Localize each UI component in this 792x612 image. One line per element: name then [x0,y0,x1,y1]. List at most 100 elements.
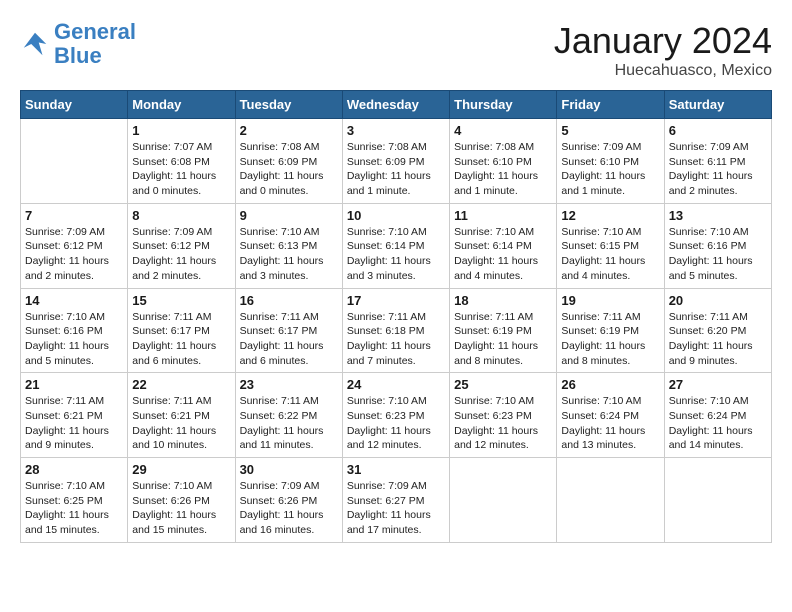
calendar-cell [664,458,771,543]
calendar-cell: 5 Sunrise: 7:09 AM Sunset: 6:10 PM Daylig… [557,119,664,204]
weekday-header-cell: Wednesday [342,91,449,119]
day-info: Sunrise: 7:10 AM Sunset: 6:26 PM Dayligh… [132,479,230,538]
day-info: Sunrise: 7:10 AM Sunset: 6:15 PM Dayligh… [561,225,659,284]
logo-text: General Blue [54,20,136,68]
day-number: 4 [454,123,552,138]
day-info: Sunrise: 7:10 AM Sunset: 6:25 PM Dayligh… [25,479,123,538]
day-number: 2 [240,123,338,138]
day-info: Sunrise: 7:10 AM Sunset: 6:24 PM Dayligh… [669,394,767,453]
day-info: Sunrise: 7:10 AM Sunset: 6:14 PM Dayligh… [347,225,445,284]
day-info: Sunrise: 7:09 AM Sunset: 6:12 PM Dayligh… [132,225,230,284]
day-info: Sunrise: 7:11 AM Sunset: 6:19 PM Dayligh… [454,310,552,369]
calendar-cell: 1Sunrise: 7:07 AM Sunset: 6:08 PM Daylig… [128,119,235,204]
day-info: Sunrise: 7:10 AM Sunset: 6:14 PM Dayligh… [454,225,552,284]
day-number: 16 [240,293,338,308]
calendar-table: SundayMondayTuesdayWednesdayThursdayFrid… [20,90,772,543]
day-number: 22 [132,377,230,392]
calendar-cell [557,458,664,543]
logo-icon [20,29,50,59]
day-number: 8 [132,208,230,223]
location: Huecahuasco, Mexico [554,62,772,80]
weekday-header-cell: Friday [557,91,664,119]
day-info: Sunrise: 7:11 AM Sunset: 6:17 PM Dayligh… [240,310,338,369]
calendar-cell: 20 Sunrise: 7:11 AM Sunset: 6:20 PM Dayli… [664,288,771,373]
day-number: 7 [25,208,123,223]
day-number: 21 [25,377,123,392]
calendar-week-row: 21 Sunrise: 7:11 AM Sunset: 6:21 PM Dayli… [21,373,772,458]
day-number: 30 [240,462,338,477]
calendar-cell [21,119,128,204]
calendar-week-row: 1Sunrise: 7:07 AM Sunset: 6:08 PM Daylig… [21,119,772,204]
day-info: Sunrise: 7:09 AM Sunset: 6:12 PM Dayligh… [25,225,123,284]
calendar-cell [450,458,557,543]
weekday-header-cell: Tuesday [235,91,342,119]
calendar-cell: 15 Sunrise: 7:11 AM Sunset: 6:17 PM Dayli… [128,288,235,373]
calendar-cell: 10 Sunrise: 7:10 AM Sunset: 6:14 PM Dayli… [342,203,449,288]
calendar-cell: 23Sunrise: 7:11 AM Sunset: 6:22 PM Dayli… [235,373,342,458]
day-info: Sunrise: 7:11 AM Sunset: 6:21 PM Dayligh… [25,394,123,453]
calendar-cell: 31 Sunrise: 7:09 AM Sunset: 6:27 PM Dayli… [342,458,449,543]
day-info: Sunrise: 7:09 AM Sunset: 6:26 PM Dayligh… [240,479,338,538]
calendar-cell: 2 Sunrise: 7:08 AM Sunset: 6:09 PM Daylig… [235,119,342,204]
day-info: Sunrise: 7:10 AM Sunset: 6:13 PM Dayligh… [240,225,338,284]
day-info: Sunrise: 7:09 AM Sunset: 6:27 PM Dayligh… [347,479,445,538]
day-info: Sunrise: 7:10 AM Sunset: 6:23 PM Dayligh… [347,394,445,453]
day-info: Sunrise: 7:08 AM Sunset: 6:09 PM Dayligh… [347,140,445,199]
day-info: Sunrise: 7:11 AM Sunset: 6:22 PM Dayligh… [240,394,338,453]
day-info: Sunrise: 7:10 AM Sunset: 6:16 PM Dayligh… [25,310,123,369]
calendar-cell: 28 Sunrise: 7:10 AM Sunset: 6:25 PM Dayli… [21,458,128,543]
day-number: 20 [669,293,767,308]
day-number: 17 [347,293,445,308]
day-number: 31 [347,462,445,477]
day-number: 3 [347,123,445,138]
calendar-cell: 14 Sunrise: 7:10 AM Sunset: 6:16 PM Dayli… [21,288,128,373]
day-number: 14 [25,293,123,308]
calendar-cell: 18Sunrise: 7:11 AM Sunset: 6:19 PM Dayli… [450,288,557,373]
calendar-week-row: 28 Sunrise: 7:10 AM Sunset: 6:25 PM Dayli… [21,458,772,543]
weekday-header-cell: Thursday [450,91,557,119]
calendar-cell: 7 Sunrise: 7:09 AM Sunset: 6:12 PM Daylig… [21,203,128,288]
calendar-cell: 16 Sunrise: 7:11 AM Sunset: 6:17 PM Dayli… [235,288,342,373]
day-number: 9 [240,208,338,223]
calendar-body: 1Sunrise: 7:07 AM Sunset: 6:08 PM Daylig… [21,119,772,543]
day-info: Sunrise: 7:11 AM Sunset: 6:17 PM Dayligh… [132,310,230,369]
day-number: 25 [454,377,552,392]
day-number: 28 [25,462,123,477]
month-title: January 2024 [554,20,772,62]
calendar-cell: 3 Sunrise: 7:08 AM Sunset: 6:09 PM Daylig… [342,119,449,204]
day-number: 10 [347,208,445,223]
day-info: Sunrise: 7:11 AM Sunset: 6:20 PM Dayligh… [669,310,767,369]
day-info: Sunrise: 7:09 AM Sunset: 6:11 PM Dayligh… [669,140,767,199]
logo: General Blue [20,20,136,68]
day-info: Sunrise: 7:11 AM Sunset: 6:19 PM Dayligh… [561,310,659,369]
day-number: 29 [132,462,230,477]
calendar-cell: 17Sunrise: 7:11 AM Sunset: 6:18 PM Dayli… [342,288,449,373]
day-number: 12 [561,208,659,223]
day-info: Sunrise: 7:10 AM Sunset: 6:16 PM Dayligh… [669,225,767,284]
calendar-cell: 4 Sunrise: 7:08 AM Sunset: 6:10 PM Daylig… [450,119,557,204]
day-number: 11 [454,208,552,223]
weekday-header-cell: Saturday [664,91,771,119]
day-info: Sunrise: 7:10 AM Sunset: 6:23 PM Dayligh… [454,394,552,453]
day-number: 15 [132,293,230,308]
day-info: Sunrise: 7:08 AM Sunset: 6:09 PM Dayligh… [240,140,338,199]
day-number: 13 [669,208,767,223]
day-number: 6 [669,123,767,138]
title-block: January 2024 Huecahuasco, Mexico [554,20,772,80]
calendar-cell: 19Sunrise: 7:11 AM Sunset: 6:19 PM Dayli… [557,288,664,373]
calendar-cell: 26 Sunrise: 7:10 AM Sunset: 6:24 PM Dayli… [557,373,664,458]
calendar-cell: 24Sunrise: 7:10 AM Sunset: 6:23 PM Dayli… [342,373,449,458]
day-number: 27 [669,377,767,392]
calendar-cell: 22Sunrise: 7:11 AM Sunset: 6:21 PM Dayli… [128,373,235,458]
day-number: 5 [561,123,659,138]
calendar-cell: 27 Sunrise: 7:10 AM Sunset: 6:24 PM Dayli… [664,373,771,458]
day-info: Sunrise: 7:10 AM Sunset: 6:24 PM Dayligh… [561,394,659,453]
calendar-cell: 12 Sunrise: 7:10 AM Sunset: 6:15 PM Dayli… [557,203,664,288]
calendar-cell: 30 Sunrise: 7:09 AM Sunset: 6:26 PM Dayli… [235,458,342,543]
day-number: 26 [561,377,659,392]
calendar-cell: 25 Sunrise: 7:10 AM Sunset: 6:23 PM Dayli… [450,373,557,458]
day-info: Sunrise: 7:09 AM Sunset: 6:10 PM Dayligh… [561,140,659,199]
day-info: Sunrise: 7:08 AM Sunset: 6:10 PM Dayligh… [454,140,552,199]
day-info: Sunrise: 7:07 AM Sunset: 6:08 PM Dayligh… [132,140,230,199]
calendar-cell: 21 Sunrise: 7:11 AM Sunset: 6:21 PM Dayli… [21,373,128,458]
